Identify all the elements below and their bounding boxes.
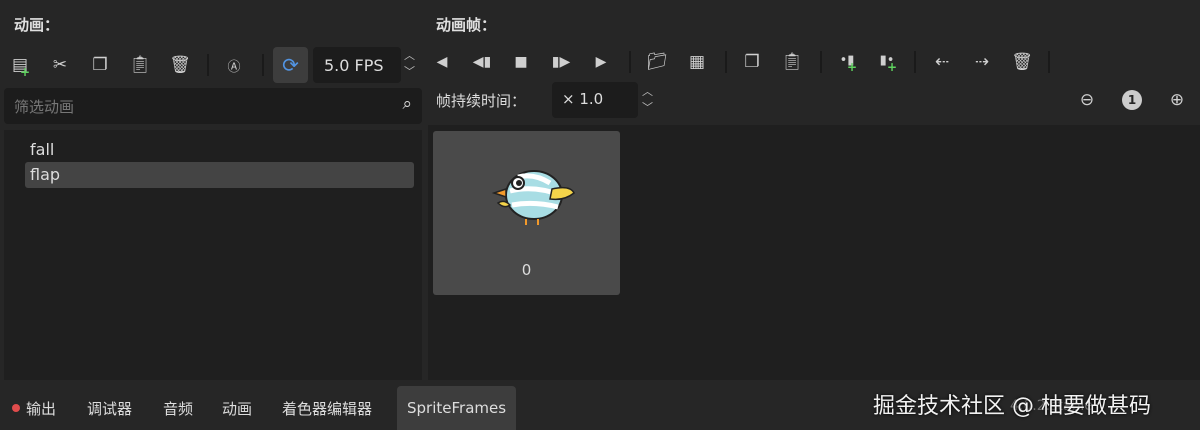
open-folder-icon[interactable]: 📁︎ xyxy=(645,50,669,74)
tab-debugger[interactable]: 调试器 xyxy=(77,386,142,430)
separator xyxy=(1048,51,1050,73)
tab-shader-editor[interactable]: 着色器编辑器 xyxy=(272,386,382,430)
frame-item[interactable]: 0 xyxy=(433,131,620,295)
frames-title: 动画帧： xyxy=(436,16,497,34)
animation-item-fall[interactable]: fall xyxy=(30,140,54,159)
paste-icon[interactable]: 📋︎ xyxy=(128,53,152,77)
separator xyxy=(725,51,727,73)
frames-grid: 0 xyxy=(428,125,1200,380)
tab-audio[interactable]: 音频 xyxy=(153,386,203,430)
autoplay-icon[interactable]: Ⓐ xyxy=(222,53,246,77)
tab-label: 输出 xyxy=(26,399,57,418)
paste-frame-icon[interactable]: 📋︎ xyxy=(780,50,804,74)
move-right-icon[interactable]: ⇢ xyxy=(970,50,994,74)
insert-after-icon[interactable]: ▮• + xyxy=(875,48,899,75)
new-animation-icon[interactable]: ▤ + xyxy=(8,53,32,79)
duration-stepper[interactable]: ︿ ﹀ xyxy=(642,84,653,116)
tab-spriteframes[interactable]: SpriteFrames xyxy=(397,386,517,430)
loop-icon: ⟳ xyxy=(282,53,299,77)
loop-toggle[interactable]: ⟳ xyxy=(273,47,308,83)
play-icon[interactable]: ▶ xyxy=(589,50,613,74)
filter-placeholder: 筛选动画 xyxy=(14,98,75,116)
fps-stepper[interactable]: ︿ ﹀ xyxy=(404,48,415,80)
error-dot-icon xyxy=(12,404,20,412)
bird-sprite-thumbnail xyxy=(491,170,575,225)
copy-frame-icon[interactable]: ❐ xyxy=(740,50,764,74)
separator xyxy=(207,54,209,76)
search-icon: ⌕ xyxy=(402,94,412,114)
animation-item-flap[interactable]: flap xyxy=(25,162,414,188)
frame-index: 0 xyxy=(521,261,532,279)
zoom-out-icon[interactable]: ⊖ xyxy=(1075,88,1099,112)
play-backwards-from-start-icon[interactable]: ◀▮ xyxy=(470,50,494,74)
watermark: 掘金技术社区 @ 柚要做甚码 xyxy=(873,394,1151,419)
play-backwards-icon[interactable]: ◀ xyxy=(430,50,454,74)
sprite-sheet-grid-icon[interactable]: ▦ xyxy=(685,50,709,74)
stop-icon[interactable]: ■ xyxy=(509,50,533,74)
move-left-icon[interactable]: ⇠ xyxy=(930,50,954,74)
tab-output[interactable]: 输出 xyxy=(2,386,66,430)
separator xyxy=(629,51,631,73)
cut-icon[interactable]: ✂ xyxy=(48,53,72,77)
play-from-start-icon[interactable]: ▮▶ xyxy=(549,50,573,74)
animations-title: 动画： xyxy=(14,16,60,34)
zoom-reset-button[interactable]: 1 xyxy=(1122,90,1142,110)
delete-icon[interactable]: 🗑︎ xyxy=(168,53,192,77)
delete-frame-icon[interactable]: 🗑︎ xyxy=(1010,50,1034,74)
frame-duration-input[interactable]: × 1.0 xyxy=(552,82,638,118)
tab-animation[interactable]: 动画 xyxy=(212,386,262,430)
separator xyxy=(820,51,822,73)
zoom-in-icon[interactable]: ⊕ xyxy=(1165,88,1189,112)
fps-input[interactable]: 5.0 FPS xyxy=(313,47,401,83)
separator xyxy=(914,51,916,73)
insert-before-icon[interactable]: •▮ + xyxy=(835,48,859,75)
animation-list: fall flap xyxy=(4,130,422,380)
frame-duration-label: 帧持续时间： xyxy=(436,92,527,110)
copy-icon[interactable]: ❐ xyxy=(88,53,112,77)
filter-animations-input[interactable]: 筛选动画 ⌕ xyxy=(4,88,422,124)
separator xyxy=(262,54,264,76)
